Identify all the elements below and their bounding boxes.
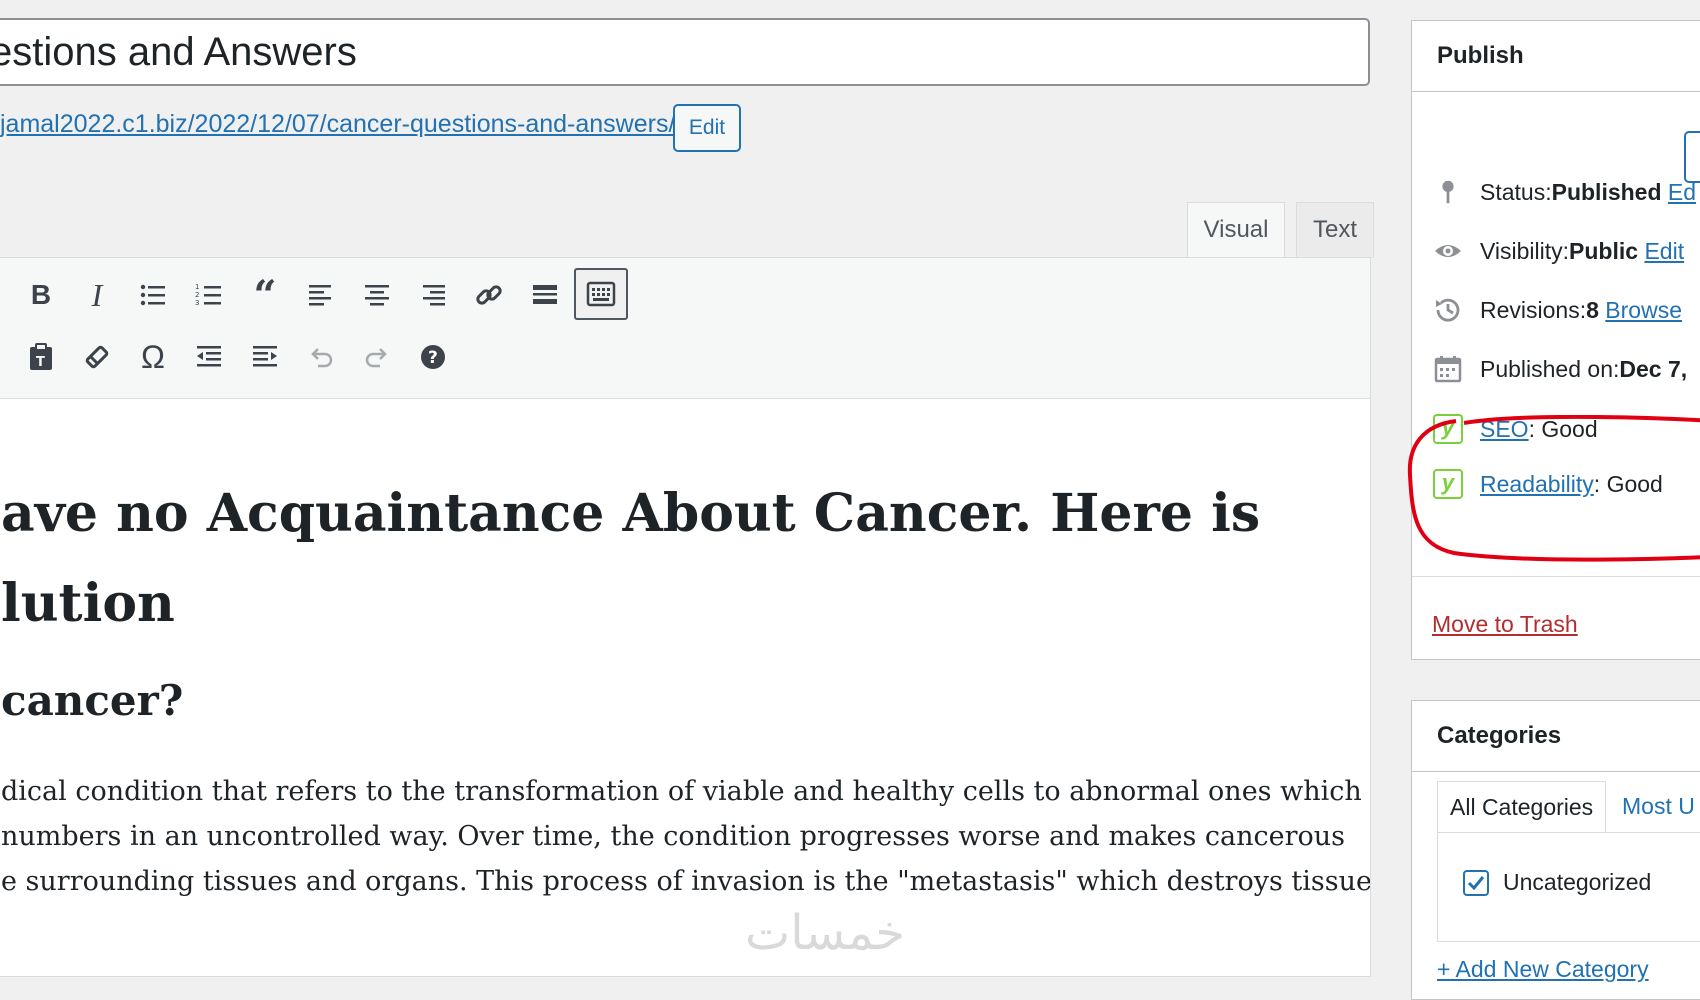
clear-formatting-icon[interactable] [72,332,122,382]
outdent-icon[interactable] [184,332,234,382]
checkbox-checked-icon[interactable] [1463,869,1489,896]
readability-row: y Readability : Good [1432,468,1663,500]
yoast-seo-icon: y [1432,413,1464,445]
categories-list: Uncategorized [1437,832,1700,942]
indent-icon[interactable] [240,332,290,382]
paste-as-text-icon[interactable]: T [16,332,66,382]
svg-text:?: ? [428,348,438,368]
publish-box: Publish Status: Published Ed Visibility:… [1411,20,1700,660]
publish-title: Publish [1412,21,1700,92]
readability-link[interactable]: Readability [1480,471,1594,498]
svg-text:1: 1 [195,283,199,291]
status-label: Status: [1480,178,1552,205]
help-icon[interactable]: ? [408,332,458,382]
tab-visual[interactable]: Visual [1187,202,1285,259]
read-more-icon[interactable] [520,270,570,320]
published-label: Published on: [1480,355,1620,382]
tab-all-categories[interactable]: All Categories [1437,781,1607,833]
svg-text:3: 3 [195,299,199,307]
link-icon[interactable] [464,270,514,320]
publish-divider [1412,576,1700,577]
readability-value: : Good [1593,470,1663,497]
numbered-list-icon[interactable]: 123 [184,270,234,320]
visibility-value: Public [1569,237,1639,264]
paragraph-line: e surrounding tissues and organs. This p… [1,866,1370,897]
post-editor: B I 123 “ T Ω ? ave no Acquaintance Abou… [0,257,1371,977]
category-item[interactable]: Uncategorized [1463,869,1651,896]
seo-link[interactable]: SEO [1480,416,1529,443]
status-edit-link[interactable]: Ed [1668,179,1696,206]
watermark: خمسات [745,905,906,961]
post-heading-1: ave no Acquaintance About Cancer. Here i… [1,469,1370,649]
visibility-edit-link[interactable]: Edit [1644,238,1684,265]
pin-icon [1432,176,1464,208]
align-right-icon[interactable] [408,270,458,320]
post-paragraph: dical condition that refers to the trans… [1,769,1370,904]
status-row: Status: Published Ed [1432,176,1696,208]
tab-text[interactable]: Text [1296,202,1374,258]
revisions-icon [1432,294,1464,326]
revisions-browse-link[interactable]: Browse [1605,297,1682,324]
align-left-icon[interactable] [296,270,346,320]
published-value: Dec 7, [1619,355,1688,382]
redo-icon[interactable] [352,332,402,382]
eye-icon [1432,235,1464,267]
categories-box: Categories All Categories Most U Uncateg… [1411,700,1700,1000]
seo-value: : Good [1528,415,1598,442]
paragraph-line: numbers in an uncontrolled way. Over tim… [1,821,1346,852]
align-center-icon[interactable] [352,270,402,320]
revisions-row: Revisions: 8 Browse [1432,294,1682,326]
paragraph-line: dical condition that refers to the trans… [1,776,1362,807]
editor-content[interactable]: ave no Acquaintance About Cancer. Here i… [0,399,1370,976]
bold-icon[interactable]: B [16,270,66,320]
italic-icon[interactable]: I [72,270,122,320]
svg-text:2: 2 [195,291,199,299]
undo-icon[interactable] [296,332,346,382]
special-character-icon[interactable]: Ω [128,332,178,382]
permalink-link[interactable]: jamal2022.c1.biz/2022/12/07/cancer-quest… [0,110,675,139]
post-title-input[interactable]: estions and Answers [0,18,1370,86]
calendar-icon [1432,353,1464,385]
post-heading-2: cancer? [1,676,184,725]
status-value: Published [1551,178,1662,205]
move-to-trash-link[interactable]: Move to Trash [1432,611,1578,638]
seo-row: y SEO : Good [1432,413,1598,445]
visibility-label: Visibility: [1480,237,1570,264]
visibility-row: Visibility: Public Edit [1432,235,1684,267]
bulleted-list-icon[interactable] [128,270,178,320]
editor-toolbar: B I 123 “ T Ω ? [0,258,1370,399]
heading1-line-2: lution [1,573,175,634]
svg-text:T: T [36,355,45,370]
category-label: Uncategorized [1503,869,1652,895]
blockquote-icon[interactable]: “ [240,270,290,320]
categories-title: Categories [1412,701,1700,772]
permalink-edit-button[interactable]: Edit [673,104,741,152]
toolbar-toggle-icon[interactable] [574,268,628,320]
tab-most-used[interactable]: Most U [1610,781,1700,833]
revisions-value: 8 [1586,296,1599,323]
revisions-label: Revisions: [1480,296,1587,323]
published-on-row: Published on: Dec 7, [1432,353,1687,385]
heading1-line-1: ave no Acquaintance About Cancer. Here i… [1,483,1261,544]
yoast-readability-icon: y [1432,468,1464,500]
